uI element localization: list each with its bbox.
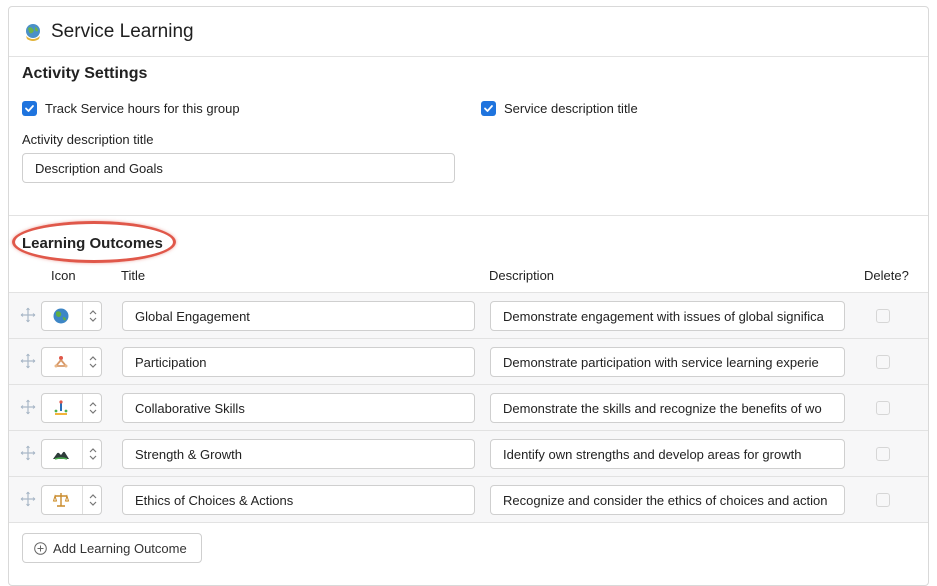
- outcome-row: Strength & Growth Identify own strengths…: [9, 430, 928, 476]
- service-description-row[interactable]: Service description title: [481, 101, 638, 116]
- page-title: Service Learning: [51, 20, 194, 42]
- track-hours-checkbox[interactable]: [22, 101, 37, 116]
- outcome-description-input[interactable]: Demonstrate the skills and recognize the…: [490, 393, 845, 423]
- plus-circle-icon: [34, 541, 47, 555]
- delete-checkbox[interactable]: [876, 493, 890, 507]
- growth-icon: [53, 451, 69, 460]
- icon-picker[interactable]: [41, 485, 102, 515]
- track-hours-label: Track Service hours for this group: [45, 101, 240, 116]
- chevron-updown-icon[interactable]: [88, 400, 98, 416]
- card-header: Service Learning: [9, 7, 928, 57]
- column-header-title: Title: [121, 268, 146, 283]
- globe-icon: [53, 308, 69, 324]
- outcome-title-input[interactable]: Participation: [122, 347, 475, 377]
- column-header-delete: Delete?: [864, 268, 909, 283]
- check-icon: [25, 105, 34, 112]
- delete-checkbox[interactable]: [876, 447, 890, 461]
- globe-icon: [26, 23, 40, 41]
- section-divider: [9, 215, 928, 216]
- outcome-description-input[interactable]: Recognize and consider the ethics of cho…: [490, 485, 845, 515]
- outcome-description-input[interactable]: Demonstrate engagement with issues of gl…: [490, 301, 845, 331]
- activity-description-label: Activity description title: [22, 132, 154, 147]
- delete-checkbox[interactable]: [876, 401, 890, 415]
- outcome-title-input[interactable]: Ethics of Choices & Actions: [122, 485, 475, 515]
- drag-handle-icon[interactable]: [20, 307, 36, 323]
- highlight-annotation: [12, 221, 176, 263]
- track-hours-row[interactable]: Track Service hours for this group: [22, 101, 240, 116]
- icon-picker[interactable]: [41, 439, 102, 469]
- chevron-updown-icon[interactable]: [88, 354, 98, 370]
- add-learning-outcome-label: Add Learning Outcome: [53, 540, 187, 556]
- collaboration-icon: [54, 400, 68, 415]
- chevron-updown-icon[interactable]: [88, 492, 98, 508]
- add-learning-outcome-button[interactable]: Add Learning Outcome: [22, 533, 202, 563]
- column-header-icon: Icon: [51, 268, 76, 283]
- drag-handle-icon[interactable]: [20, 445, 36, 461]
- delete-checkbox[interactable]: [876, 309, 890, 323]
- outcome-row: Ethics of Choices & Actions Recognize an…: [9, 476, 928, 522]
- outcome-title-input[interactable]: Strength & Growth: [122, 439, 475, 469]
- delete-checkbox[interactable]: [876, 355, 890, 369]
- outcome-title-input[interactable]: Collaborative Skills: [122, 393, 475, 423]
- outcome-row: Participation Demonstrate participation …: [9, 338, 928, 384]
- outcome-row: Global Engagement Demonstrate engagement…: [9, 292, 928, 338]
- outcome-description-input[interactable]: Demonstrate participation with service l…: [490, 347, 845, 377]
- activity-settings-heading: Activity Settings: [22, 65, 148, 82]
- outcome-row: Collaborative Skills Demonstrate the ski…: [9, 384, 928, 430]
- chevron-updown-icon[interactable]: [88, 446, 98, 462]
- drag-handle-icon[interactable]: [20, 353, 36, 369]
- icon-picker[interactable]: [41, 347, 102, 377]
- check-icon: [484, 105, 493, 112]
- service-description-checkbox[interactable]: [481, 101, 496, 116]
- table-bottom-divider: [9, 522, 928, 523]
- drag-handle-icon[interactable]: [20, 399, 36, 415]
- activity-description-input[interactable]: Description and Goals: [22, 153, 455, 183]
- icon-picker[interactable]: [41, 393, 102, 423]
- people-icon: [54, 356, 68, 368]
- icon-picker[interactable]: [41, 301, 102, 331]
- outcome-title-input[interactable]: Global Engagement: [122, 301, 475, 331]
- drag-handle-icon[interactable]: [20, 491, 36, 507]
- outcome-description-input[interactable]: Identify own strengths and develop areas…: [490, 439, 845, 469]
- service-description-label: Service description title: [504, 101, 638, 116]
- column-header-description: Description: [489, 268, 555, 283]
- chevron-updown-icon[interactable]: [88, 308, 98, 324]
- scales-icon: [52, 493, 70, 507]
